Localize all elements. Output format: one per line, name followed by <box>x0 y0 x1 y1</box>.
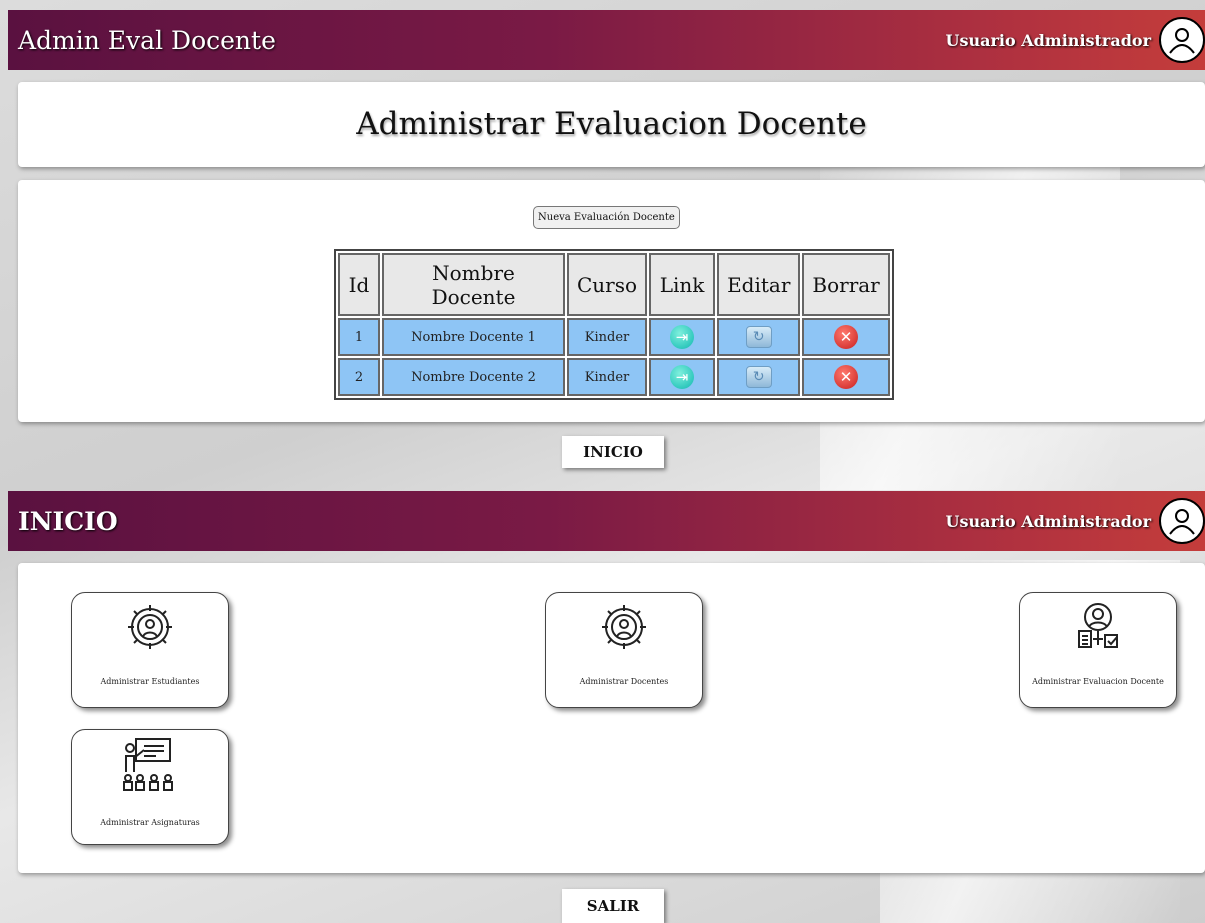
cell-link: ⇥ <box>649 358 716 396</box>
new-evaluation-button[interactable]: Nueva Evaluación Docente <box>533 206 680 229</box>
column-header-curso: Curso <box>567 253 648 316</box>
menu-panel: Administrar Estudiantes Administrar Doce… <box>18 563 1205 873</box>
cell-borrar: ✕ <box>802 318 890 356</box>
card-label: Administrar Estudiantes <box>100 677 200 686</box>
column-header-editar: Editar <box>717 253 801 316</box>
enter-icon[interactable]: ⇥ <box>670 365 695 389</box>
app-title: Admin Eval Docente <box>18 25 276 55</box>
column-header-id: Id <box>338 253 380 316</box>
cell-editar: ↻ <box>717 358 801 396</box>
user-label: Usuario Administrador <box>945 30 1151 50</box>
refresh-edit-icon[interactable]: ↻ <box>745 366 772 388</box>
card-administrar-asignaturas[interactable]: Administrar Asignaturas <box>71 729 229 845</box>
evaluations-table: Id Nombre Docente Curso Link Editar Borr… <box>334 249 894 400</box>
cell-id: 2 <box>338 358 380 396</box>
user-label: Usuario Administrador <box>945 511 1151 531</box>
heading-panel: Administrar Evaluacion Docente <box>18 82 1205 167</box>
table-panel: Nueva Evaluación Docente Id Nombre Docen… <box>18 180 1205 422</box>
inicio-button[interactable]: INICIO <box>562 436 664 468</box>
cell-id: 1 <box>338 318 380 356</box>
delete-x-icon[interactable]: ✕ <box>834 365 859 389</box>
cell-nombre: Nombre Docente 1 <box>382 318 565 356</box>
cell-nombre: Nombre Docente 2 <box>382 358 565 396</box>
evaluation-person-icon <box>1078 603 1118 648</box>
card-administrar-estudiantes[interactable]: Administrar Estudiantes <box>71 592 229 708</box>
cell-editar: ↻ <box>717 318 801 356</box>
card-administrar-docentes[interactable]: Administrar Docentes <box>545 592 703 708</box>
table-row: 2 Nombre Docente 2 Kinder ⇥ ↻ ✕ <box>338 358 890 396</box>
column-header-nombre: Nombre Docente <box>382 253 565 316</box>
column-header-borrar: Borrar <box>802 253 890 316</box>
page-heading: Administrar Evaluacion Docente <box>356 106 867 142</box>
refresh-edit-icon[interactable]: ↻ <box>745 326 772 348</box>
table-header-row: Id Nombre Docente Curso Link Editar Borr… <box>338 253 890 316</box>
enter-icon[interactable]: ⇥ <box>670 325 695 349</box>
gear-person-icon <box>602 605 646 649</box>
card-administrar-evaluacion-docente[interactable]: Administrar Evaluacion Docente <box>1019 592 1177 708</box>
app-title: INICIO <box>18 506 118 536</box>
salir-button[interactable]: SALIR <box>562 889 664 923</box>
cell-curso: Kinder <box>567 318 648 356</box>
cell-link: ⇥ <box>649 318 716 356</box>
header-bar: Admin Eval Docente Usuario Administrador <box>8 10 1205 70</box>
card-label: Administrar Docentes <box>579 677 669 686</box>
user-avatar-icon[interactable] <box>1159 498 1205 544</box>
card-label: Administrar Asignaturas <box>100 818 200 827</box>
cell-curso: Kinder <box>567 358 648 396</box>
column-header-link: Link <box>649 253 716 316</box>
card-label: Administrar Evaluacion Docente <box>1032 677 1164 686</box>
table-row: 1 Nombre Docente 1 Kinder ⇥ ↻ ✕ <box>338 318 890 356</box>
user-avatar-icon[interactable] <box>1159 17 1205 63</box>
header-bar: INICIO Usuario Administrador <box>8 491 1205 551</box>
classroom-icon <box>123 738 173 791</box>
gear-person-icon <box>128 605 172 649</box>
delete-x-icon[interactable]: ✕ <box>834 325 859 349</box>
cell-borrar: ✕ <box>802 358 890 396</box>
